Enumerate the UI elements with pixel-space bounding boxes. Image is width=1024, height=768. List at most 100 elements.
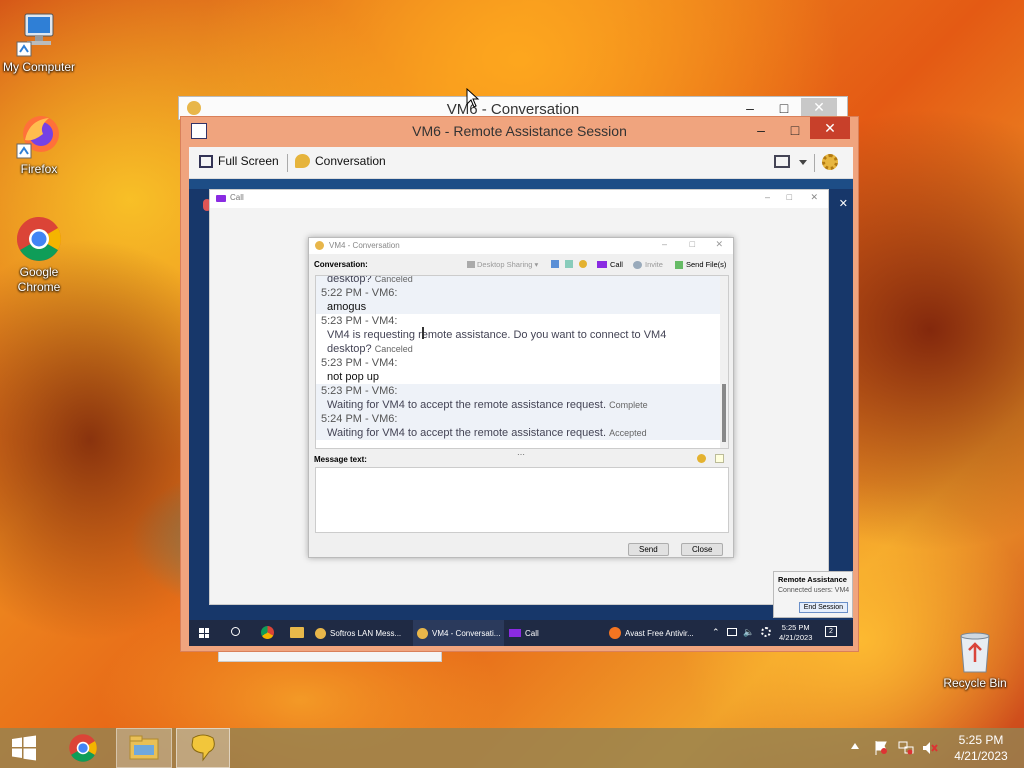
history-icon[interactable] <box>565 260 573 268</box>
up-arrow-icon[interactable] <box>851 743 859 749</box>
windows-start-icon[interactable] <box>199 628 209 638</box>
call-titlebar: Call – □ ✕ <box>210 190 828 208</box>
smiley-icon[interactable] <box>697 454 706 463</box>
toolbar-divider <box>814 154 815 172</box>
remote-assistance-window[interactable]: VM6 - Remote Assistance Session – □ ✕ Fu… <box>180 116 859 652</box>
popup-connected-users: Connected users: VM4 <box>778 587 850 594</box>
file-explorer-icon[interactable] <box>290 627 304 638</box>
conversation-button[interactable]: Conversation <box>295 154 386 168</box>
desktop-icon-recycle-bin[interactable]: Recycle Bin <box>935 630 1015 691</box>
start-tile <box>199 633 204 638</box>
gear-icon[interactable] <box>761 627 771 637</box>
desktop-icon-chrome[interactable]: Google Chrome <box>0 215 79 295</box>
send-files-button[interactable]: Send File(s) <box>675 260 726 269</box>
taskbar-softros[interactable] <box>176 728 230 768</box>
close-button[interactable]: ✕ <box>810 117 850 139</box>
full-screen-icon <box>199 154 213 168</box>
taskbar-item-vm4-conversation[interactable]: VM4 - Conversati... <box>413 620 505 646</box>
chevron-up-icon[interactable]: ⌃ <box>712 627 720 638</box>
minimize-button[interactable]: – <box>765 192 770 202</box>
gear-icon[interactable] <box>822 154 838 170</box>
taskbar-item-softros[interactable]: Softros LAN Mess... <box>315 620 401 646</box>
desktop-icon-firefox[interactable]: Firefox <box>0 112 79 177</box>
send-files-label: Send File(s) <box>686 260 727 269</box>
host-time: 5:25 PM <box>958 733 1004 747</box>
volume-icon[interactable]: 🔈 <box>743 627 754 638</box>
mouse-pointer-icon <box>466 87 480 112</box>
maximize-button[interactable]: □ <box>778 119 812 141</box>
full-screen-button[interactable]: Full Screen <box>199 154 279 168</box>
chrome-icon <box>69 734 97 762</box>
status-text: Canceled <box>374 275 413 284</box>
firefox-icon <box>15 112 63 160</box>
conversation-label: Conversation <box>315 154 386 168</box>
remote-desktop-edge <box>189 179 853 189</box>
splitter-handle[interactable]: ⋯ <box>517 450 525 459</box>
end-session-button[interactable]: End Session <box>798 602 848 613</box>
taskbar-item-call[interactable]: Call <box>509 620 539 646</box>
notification-count: 2 <box>829 628 833 635</box>
scrollbar[interactable] <box>720 276 728 448</box>
send-button[interactable]: Send <box>628 543 669 556</box>
message-text-label: Message text: <box>314 455 367 464</box>
chevron-down-icon[interactable] <box>799 160 807 165</box>
taskbar-item-label: VM4 - Conversati... <box>432 628 501 638</box>
display-settings-icon[interactable] <box>774 155 790 168</box>
invite-button[interactable]: Invite <box>633 260 663 269</box>
conversation-log[interactable]: desktop? Canceled 5:22 PM - VM6: amogus … <box>315 275 729 449</box>
chrome-icon[interactable] <box>261 626 274 639</box>
remote-desktop-view[interactable]: ✕ Call – □ ✕ VM4 - Conversation – □ ✕ Co… <box>189 179 853 645</box>
window-title: VM4 - Conversation <box>329 241 400 250</box>
scrollbar-thumb[interactable] <box>722 384 726 442</box>
taskbar-file-explorer[interactable] <box>116 728 172 768</box>
minimize-button[interactable]: – <box>744 119 778 141</box>
log-line: Waiting for VM4 to accept the remote ass… <box>316 426 720 440</box>
maximize-button[interactable]: □ <box>787 192 792 202</box>
call-label: Call <box>610 260 623 269</box>
taskbar-item-label: Softros LAN Mess... <box>330 628 402 638</box>
maximize-button[interactable]: □ <box>690 239 695 249</box>
desktop-icon-label: Google Chrome <box>17 265 61 294</box>
volume-muted-icon[interactable] <box>922 740 938 754</box>
minimize-button[interactable]: – <box>662 239 667 249</box>
desktop-icon-my-computer[interactable]: My Computer <box>0 10 79 75</box>
chrome-icon <box>15 215 63 263</box>
close-button[interactable]: ✕ <box>715 239 723 250</box>
desktop-icon-label: Recycle Bin <box>943 676 1007 690</box>
close-button[interactable]: ✕ <box>810 192 818 203</box>
log-line: desktop? Canceled <box>316 275 720 286</box>
remote-clock[interactable]: 5:25 PM 4/21/2023 <box>779 623 812 643</box>
network-icon[interactable] <box>727 628 737 636</box>
flag-icon[interactable] <box>874 740 888 756</box>
taskbar-chrome[interactable] <box>56 728 110 768</box>
message-input[interactable] <box>315 467 729 533</box>
vm4-conversation-window[interactable]: VM4 - Conversation – □ ✕ Conversation: D… <box>308 237 734 558</box>
log-text: Waiting for VM4 to accept the remote ass… <box>327 399 607 411</box>
log-line: VM4 is requesting remote assistance. Do … <box>327 329 667 341</box>
log-line: Waiting for VM4 to accept the remote ass… <box>316 398 720 412</box>
conversation-label: Conversation: <box>314 260 368 269</box>
format-icon[interactable] <box>715 454 724 463</box>
smiley-icon[interactable] <box>579 260 587 268</box>
invite-label: Invite <box>645 260 663 269</box>
computer-icon <box>15 10 63 58</box>
avast-icon <box>609 627 621 639</box>
host-date: 4/21/2023 <box>954 749 1008 763</box>
notification-center-icon[interactable]: 2 <box>825 626 837 637</box>
close-button[interactable]: ✕ <box>801 98 837 116</box>
log-line: desktop? Canceled <box>316 342 720 356</box>
log-line: amogus <box>316 300 720 314</box>
ra-toolbar: Full Screen Conversation <box>189 147 853 179</box>
status-text: Accepted <box>609 428 647 438</box>
text-cursor-icon <box>422 327 424 339</box>
remote-time: 5:25 PM <box>781 623 810 632</box>
host-clock[interactable]: 5:25 PM 4/21/2023 <box>948 732 1014 764</box>
close-button[interactable]: Close <box>681 543 724 556</box>
chat-icon[interactable] <box>551 260 559 268</box>
call-button[interactable]: Call <box>597 260 623 269</box>
network-icon[interactable] <box>898 740 914 755</box>
taskbar-item-avast[interactable]: Avast Free Antivir... <box>609 620 694 646</box>
search-icon[interactable] <box>231 627 240 636</box>
desktop-sharing-button[interactable]: Desktop Sharing ▾ <box>467 260 538 269</box>
windows-start-button[interactable] <box>0 728 48 768</box>
